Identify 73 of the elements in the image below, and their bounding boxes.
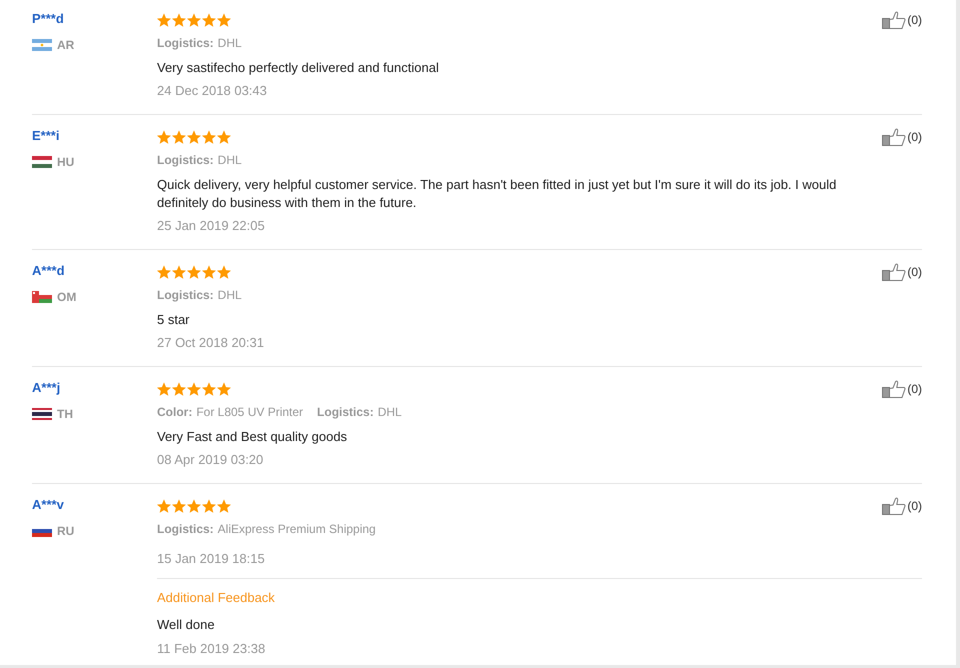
attribute-value: DHL: [378, 404, 402, 421]
flag-icon: [32, 156, 52, 168]
star-icon: [157, 382, 171, 396]
additional-feedback-title: Additional Feedback: [157, 589, 275, 607]
star-icon: [202, 265, 216, 279]
review-date: 27 Oct 2018 20:31: [157, 334, 264, 352]
attribute-value: DHL: [218, 152, 242, 169]
attribute-label: Logistics:: [317, 404, 374, 421]
attribute-label: Logistics:: [157, 152, 214, 169]
like-button[interactable]: (0): [882, 128, 922, 146]
thumbs-up-icon: [882, 11, 906, 29]
flag-icon: [32, 291, 52, 303]
star-icon: [187, 382, 201, 396]
attribute-label: Logistics:: [157, 521, 214, 538]
review-date: 24 Dec 2018 03:43: [157, 82, 267, 100]
attribute-label: Logistics:: [157, 35, 214, 52]
thumbs-up-icon: [882, 128, 906, 146]
country-code: AR: [57, 37, 74, 54]
review-text: Very sastifecho perfectly delivered and functional: [157, 59, 440, 77]
country-code: OM: [57, 289, 76, 306]
review-text: Quick delivery, very helpful customer service. The part hasn't been fitted in just yet but I'm sure it will do its job. I would definitely do business with them in the future.: [157, 176, 838, 212]
like-button[interactable]: (0): [882, 380, 922, 398]
star-icon: [187, 130, 201, 144]
attribute-label: Logistics:: [157, 287, 214, 304]
star-icon: [217, 130, 231, 144]
star-icon: [157, 130, 171, 144]
like-button[interactable]: (0): [882, 11, 922, 29]
star-icon: [187, 265, 201, 279]
star-icon: [157, 265, 171, 279]
star-icon: [172, 382, 186, 396]
attribute-value: For L805 UV Printer: [196, 404, 304, 421]
review-text: 5 star: [157, 311, 191, 329]
star-icon: [172, 130, 186, 144]
flag-icon: [32, 39, 52, 51]
star-icon: [202, 13, 216, 27]
star-icon: [217, 13, 231, 27]
star-icon: [202, 130, 216, 144]
reviewer-name[interactable]: A***v: [32, 497, 64, 513]
attribute-label: Color:: [157, 404, 192, 421]
attribute-value: DHL: [218, 287, 242, 304]
star-icon: [217, 499, 231, 513]
review-date: 08 Apr 2019 03:20: [157, 451, 264, 469]
review-date: 25 Jan 2019 22:05: [157, 217, 265, 235]
thumbs-up-icon: [882, 263, 906, 281]
reviewer-name[interactable]: E***i: [32, 128, 60, 144]
star-icon: [202, 499, 216, 513]
country-code: HU: [57, 154, 74, 171]
thumbs-up-icon: [882, 380, 906, 398]
flag-icon: [32, 408, 52, 420]
star-icon: [172, 499, 186, 513]
reviewer-name[interactable]: A***j: [32, 380, 60, 396]
attribute-value: AliExpress Premium Shipping: [218, 521, 376, 538]
country-code: TH: [57, 406, 73, 423]
thumbs-up-icon: [882, 497, 906, 515]
star-icon: [172, 13, 186, 27]
star-icon: [202, 382, 216, 396]
review-date: 11 Feb 2019 23:38: [157, 640, 266, 658]
star-icon: [187, 499, 201, 513]
star-icon: [217, 265, 231, 279]
review-text: Well done: [157, 616, 215, 634]
star-icon: [172, 265, 186, 279]
reviewer-name[interactable]: P***d: [32, 11, 64, 27]
like-button[interactable]: (0): [882, 497, 922, 515]
country-code: RU: [57, 523, 74, 540]
star-icon: [157, 499, 171, 513]
star-icon: [217, 382, 231, 396]
reviewer-name[interactable]: A***d: [32, 263, 65, 279]
like-button[interactable]: (0): [882, 263, 922, 281]
attribute-value: DHL: [218, 35, 242, 52]
star-icon: [187, 13, 201, 27]
review-date: 15 Jan 2019 18:15: [157, 550, 265, 568]
star-icon: [157, 13, 171, 27]
review-text: Very Fast and Best quality goods: [157, 428, 348, 446]
